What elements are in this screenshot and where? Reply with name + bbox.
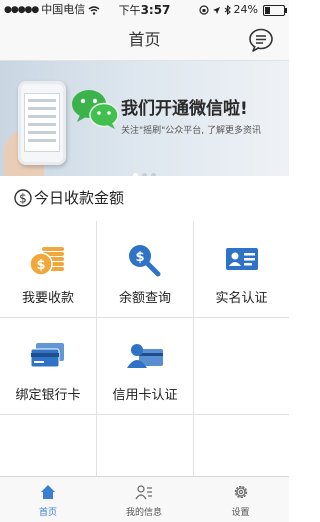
gear-icon <box>234 485 247 499</box>
today-income-row[interactable]: $ 今日收款金额 <box>0 176 289 222</box>
banner-subtitle: 关注"摇刷"公众平台, 了解更多资讯 <box>121 126 262 136</box>
grid-item-empty <box>194 318 289 415</box>
tab-settings[interactable]: 设置 <box>192 477 289 522</box>
tab-home[interactable]: 首页 <box>0 477 96 522</box>
id-card-icon <box>225 248 258 270</box>
grid-item-receive-payment[interactable]: $ 我要收款 <box>0 221 97 318</box>
rotation-lock-icon <box>198 5 209 15</box>
function-grid: $ 我要收款 $ 余额查询 实名认证 绑定银行卡 信用卡认证 <box>0 221 289 476</box>
status-right-group: 24% <box>198 0 287 20</box>
credit-card-user-icon <box>127 344 163 368</box>
time-prefix: 下午 <box>118 4 141 17</box>
grid-item-empty <box>194 415 289 476</box>
grid-item-bind-bank-card[interactable]: 绑定银行卡 <box>0 318 97 415</box>
promo-banner[interactable]: 我们开通微信啦! 关注"摇刷"公众平台, 了解更多资讯 <box>0 61 289 176</box>
tab-label: 我的信息 <box>125 508 162 518</box>
time-value: 3:57 <box>140 3 171 17</box>
today-income-label: 今日收款金额 <box>34 189 125 207</box>
user-list-icon <box>135 485 152 500</box>
dollar-circle-icon: $ <box>14 189 32 207</box>
tab-label: 设置 <box>231 508 250 518</box>
location-arrow-icon <box>212 6 220 14</box>
grid-item-real-name-auth[interactable]: 实名认证 <box>194 221 289 318</box>
grid-item-label: 实名认证 <box>215 291 268 306</box>
grid-item-label: 信用卡认证 <box>112 388 178 403</box>
status-bar: ●●●●● 中国电信 下午3:57 24% <box>0 0 289 20</box>
grid-item-empty <box>0 415 97 476</box>
home-icon <box>41 485 55 499</box>
tab-label: 首页 <box>38 508 57 518</box>
svg-text:$: $ <box>135 250 144 265</box>
svg-text:$: $ <box>36 258 45 273</box>
coins-icon: $ <box>29 247 64 276</box>
tab-bar: 首页 我的信息 设置 <box>0 476 289 522</box>
grid-item-label: 绑定银行卡 <box>15 388 81 403</box>
grid-item-label: 我要收款 <box>21 291 74 306</box>
magnifier-dollar-icon: $ <box>129 245 161 277</box>
battery-icon <box>263 4 287 16</box>
phone-illustration <box>18 81 66 165</box>
banner-title: 我们开通微信啦! <box>121 99 248 119</box>
tab-my-info[interactable]: 我的信息 <box>96 477 192 522</box>
bank-card-icon <box>30 343 64 368</box>
grid-item-empty <box>97 415 194 476</box>
grid-item-credit-card-auth[interactable]: 信用卡认证 <box>97 318 194 415</box>
grid-item-balance-query[interactable]: $ 余额查询 <box>97 221 194 318</box>
grid-item-label: 余额查询 <box>118 291 171 306</box>
chat-bubble-icon[interactable] <box>247 26 275 54</box>
bluetooth-icon <box>224 5 231 15</box>
wechat-logo-icon <box>72 90 119 129</box>
svg-text:$: $ <box>19 192 27 206</box>
page-title: 首页 <box>128 30 161 49</box>
nav-bar: 首页 <box>0 20 289 61</box>
battery-percent: 24% <box>233 3 258 16</box>
carousel-indicator[interactable] <box>0 163 289 176</box>
